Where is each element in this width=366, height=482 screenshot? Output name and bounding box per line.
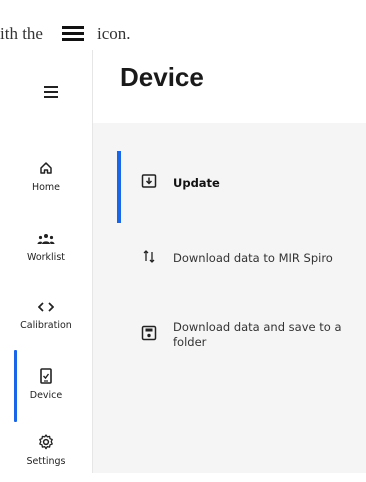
menu-toggle-icon[interactable] [44, 86, 58, 101]
code-icon [0, 298, 92, 314]
transfer-arrows-icon [141, 248, 157, 264]
hamburger-icon [62, 26, 84, 44]
sidebar-item-settings[interactable]: Settings [0, 426, 92, 482]
sidebar-item-worklist[interactable]: Worklist [0, 222, 92, 278]
sidebar-item-device[interactable]: Device [0, 350, 92, 422]
instruction-text-after: icon. [97, 24, 131, 43]
download-to-mir-spiro-button[interactable]: Download data to MIR Spiro [93, 228, 366, 288]
action-label: Download data and save to a folder [173, 320, 342, 349]
sidebar-item-label: Settings [26, 456, 66, 467]
action-label: Download data to MIR Spiro [173, 250, 333, 265]
action-label: Update [173, 175, 220, 190]
page-title: Device [120, 62, 204, 92]
sidebar: Home Worklist Calibration Device Setting… [0, 50, 93, 473]
home-icon [0, 160, 92, 176]
save-icon [141, 325, 157, 341]
update-button[interactable]: Update [93, 151, 366, 223]
gear-icon [0, 434, 92, 450]
download-box-icon [141, 173, 157, 189]
instruction-text-before: ith the [0, 24, 43, 43]
sidebar-item-label: Device [29, 390, 63, 401]
device-actions-panel: Update Download data to MIR Spiro Downlo… [93, 123, 366, 473]
device-icon [0, 368, 92, 384]
sidebar-item-label: Worklist [26, 252, 65, 263]
sidebar-item-home[interactable]: Home [0, 152, 92, 208]
sidebar-item-label: Home [31, 182, 61, 193]
sidebar-item-label: Calibration [20, 320, 72, 331]
sidebar-item-calibration[interactable]: Calibration [0, 290, 92, 346]
people-icon [0, 230, 92, 246]
instruction-text: ith the icon. [0, 0, 366, 50]
download-save-folder-button[interactable]: Download data and save to a folder [93, 305, 366, 365]
